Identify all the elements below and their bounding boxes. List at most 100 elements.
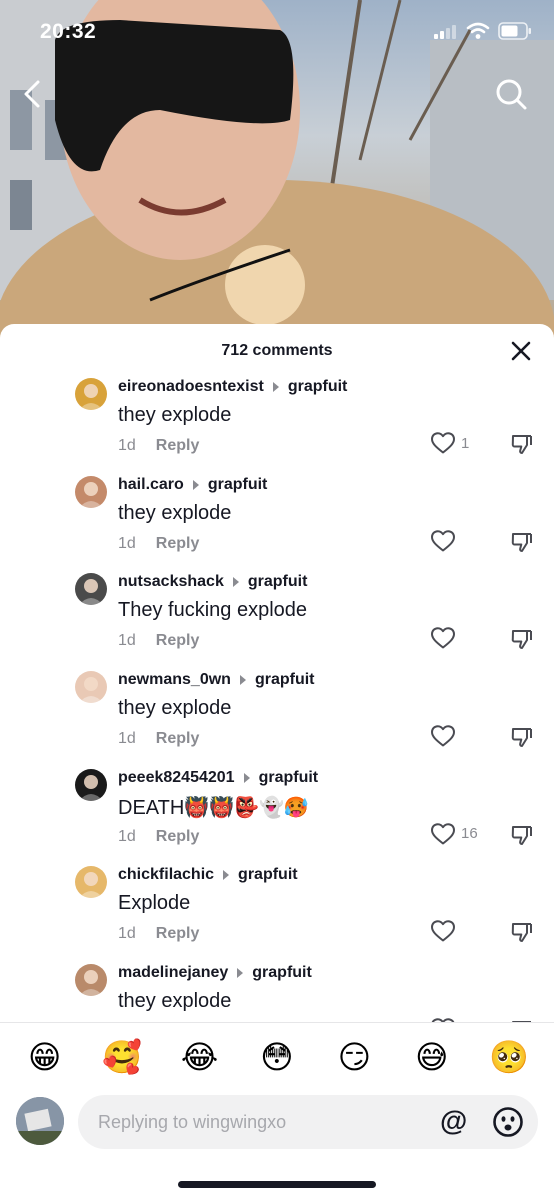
- heart-icon: [431, 822, 455, 845]
- comment-header: nutsackshack grapfuit: [118, 573, 307, 591]
- like-button[interactable]: [430, 919, 461, 943]
- quick-emoji-button[interactable]: 😅: [410, 1037, 454, 1077]
- emoji-picker-button[interactable]: [492, 1106, 524, 1138]
- heart-icon: [431, 529, 455, 552]
- reply-button[interactable]: Reply: [156, 925, 200, 943]
- comment-username[interactable]: newmans_0wn: [118, 671, 231, 689]
- reply-arrow-icon: [272, 382, 279, 392]
- comment-meta: 1d Reply: [118, 730, 199, 748]
- comment-meta: 1d Reply: [118, 535, 199, 553]
- comment-avatar[interactable]: [75, 573, 107, 606]
- reply-arrow-icon: [192, 479, 199, 490]
- dislike-button[interactable]: [510, 823, 534, 852]
- quick-emoji-button[interactable]: 😳: [255, 1037, 299, 1077]
- dislike-button[interactable]: [510, 725, 534, 754]
- thumbs-down-icon: [511, 435, 532, 454]
- comment-text: they explode: [118, 697, 232, 720]
- like-button[interactable]: 1: [430, 431, 469, 455]
- battery-icon: [498, 22, 531, 40]
- heart-icon: [431, 725, 455, 747]
- comment-item[interactable]: chickfilachic grapfuit Explode 1d Reply: [0, 862, 554, 960]
- back-button[interactable]: [18, 76, 50, 112]
- comment-reply-to[interactable]: grapfuit: [259, 769, 319, 787]
- comment-item[interactable]: newmans_0wn grapfuit they explode 1d Rep…: [0, 667, 554, 765]
- cellular-signal-icon: [434, 25, 456, 39]
- comment-avatar[interactable]: [75, 768, 107, 801]
- thumbs-down-icon: [511, 532, 532, 552]
- comment-list[interactable]: eireonadoesntexist grapfuit they explode…: [0, 374, 554, 1022]
- dislike-button[interactable]: [510, 627, 534, 656]
- avatar-image: [75, 866, 107, 899]
- thumbs-down-icon: [511, 728, 532, 748]
- search-icon: [496, 79, 527, 110]
- dislike-button[interactable]: [510, 530, 534, 559]
- comment-avatar[interactable]: [75, 378, 107, 410]
- comment-reply-to[interactable]: grapfuit: [252, 964, 312, 982]
- comment-header: madelinejaney grapfuit: [118, 964, 312, 982]
- comment-header: peeek82454201 grapfuit: [118, 769, 318, 787]
- comment-age: 1d: [118, 632, 136, 650]
- reply-button[interactable]: Reply: [156, 437, 200, 455]
- comment-item[interactable]: peeek82454201 grapfuit DEATH👹👹👺👻🥵 1d Rep…: [0, 765, 554, 863]
- like-button[interactable]: [430, 529, 461, 553]
- chevron-left-icon: [24, 80, 40, 108]
- comment-reply-to[interactable]: grapfuit: [288, 378, 348, 396]
- like-button[interactable]: 16: [430, 822, 478, 846]
- comment-username[interactable]: madelinejaney: [118, 964, 228, 982]
- comment-meta: 1d Reply: [118, 437, 199, 455]
- reply-button[interactable]: Reply: [156, 632, 200, 650]
- quick-emoji-button[interactable]: 🥺: [487, 1037, 531, 1077]
- like-button[interactable]: [430, 724, 461, 748]
- smiley-icon: [493, 1107, 523, 1137]
- comment-avatar[interactable]: [75, 866, 107, 899]
- avatar-photo: [16, 1097, 64, 1145]
- heart-icon: [431, 920, 455, 942]
- comment-age: 1d: [118, 925, 136, 943]
- comments-sheet: 712 comments eireonadoesntexist grapfuit…: [0, 324, 554, 1200]
- search-button[interactable]: [494, 76, 528, 112]
- comment-meta: 1d Reply: [118, 925, 199, 943]
- status-bar: 20:32: [0, 0, 554, 66]
- comment-age: 1d: [118, 730, 136, 748]
- quick-emoji-button[interactable]: 😏: [332, 1037, 376, 1077]
- comment-reply-to[interactable]: grapfuit: [248, 573, 308, 591]
- comment-username[interactable]: nutsackshack: [118, 573, 224, 591]
- like-button[interactable]: [430, 626, 461, 650]
- quick-emoji-button[interactable]: 😂: [178, 1037, 222, 1077]
- comment-username[interactable]: hail.caro: [118, 476, 184, 494]
- comment-avatar[interactable]: [75, 964, 107, 997]
- reply-button[interactable]: Reply: [156, 535, 200, 553]
- comment-reply-to[interactable]: grapfuit: [208, 476, 268, 494]
- dislike-button[interactable]: [510, 920, 534, 949]
- comment-username[interactable]: chickfilachic: [118, 866, 214, 884]
- avatar-image: [75, 671, 107, 704]
- reply-arrow-icon: [237, 968, 244, 979]
- quick-emoji-button[interactable]: 😁: [23, 1037, 67, 1077]
- close-button[interactable]: [510, 340, 532, 362]
- comment-item[interactable]: eireonadoesntexist grapfuit they explode…: [0, 374, 554, 472]
- comment-item[interactable]: madelinejaney grapfuit they explode: [0, 960, 554, 1022]
- comment-avatar[interactable]: [75, 475, 107, 508]
- home-indicator: [178, 1181, 376, 1188]
- comment-username[interactable]: eireonadoesntexist: [118, 378, 264, 396]
- comment-reply-to[interactable]: grapfuit: [238, 866, 298, 884]
- quick-emoji-button[interactable]: 🥰: [100, 1037, 144, 1077]
- heart-icon: [431, 627, 455, 649]
- comment-text: they explode: [118, 404, 232, 426]
- reply-arrow-icon: [223, 870, 230, 881]
- status-icons: [434, 22, 532, 40]
- thumbs-down-icon: [511, 923, 532, 943]
- wifi-icon: [466, 22, 490, 39]
- mention-button[interactable]: @: [440, 1107, 467, 1135]
- comment-count-title: 712 comments: [221, 342, 333, 359]
- dislike-button[interactable]: [510, 432, 534, 461]
- reply-button[interactable]: Reply: [156, 828, 200, 846]
- comment-reply-to[interactable]: grapfuit: [255, 671, 315, 689]
- reply-button[interactable]: Reply: [156, 730, 200, 748]
- comment-text: they explode: [118, 990, 232, 1013]
- comment-username[interactable]: peeek82454201: [118, 769, 235, 787]
- reply-input[interactable]: [78, 1095, 538, 1149]
- comment-item[interactable]: nutsackshack grapfuit They fucking explo…: [0, 569, 554, 667]
- comment-avatar[interactable]: [75, 671, 107, 704]
- comment-item[interactable]: hail.caro grapfuit they explode 1d Reply: [0, 472, 554, 570]
